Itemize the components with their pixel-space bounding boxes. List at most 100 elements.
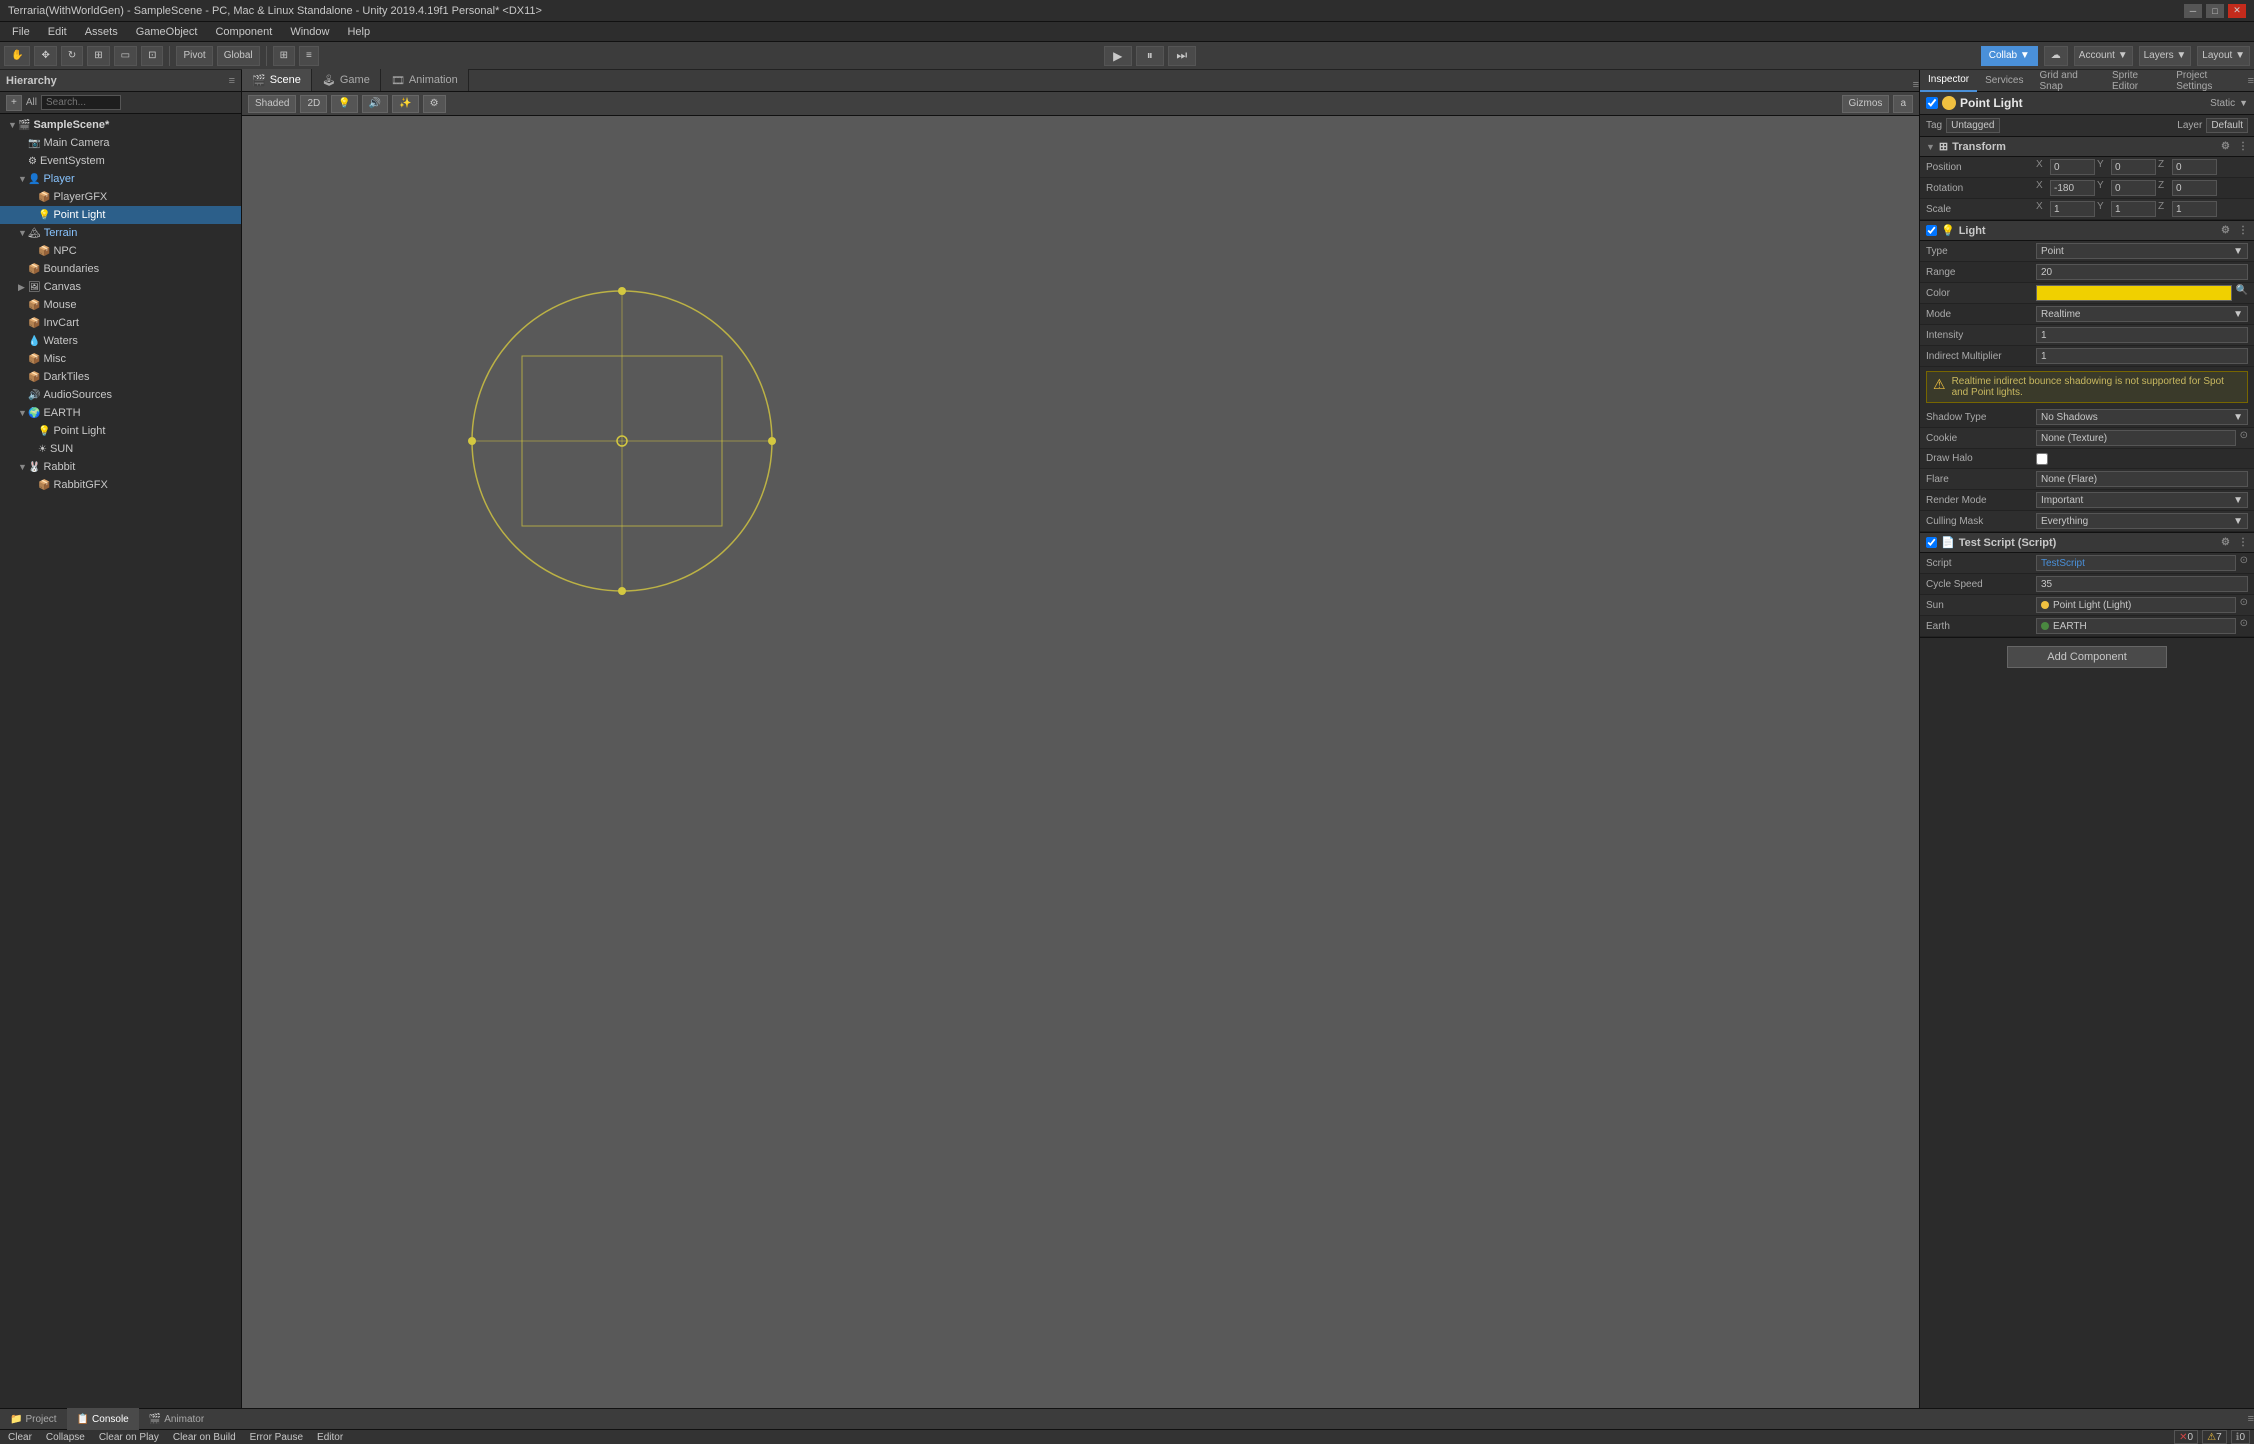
window-controls[interactable]: ─ □ ✕ [2184, 4, 2246, 18]
hierarchy-item-misc[interactable]: 📦 Misc [0, 350, 241, 368]
shadow-type-dropdown[interactable]: No Shadows ▼ [2036, 409, 2248, 425]
hierarchy-item-main-camera[interactable]: 📷 Main Camera [0, 134, 241, 152]
transform-more[interactable]: ⋮ [2238, 141, 2248, 152]
hierarchy-item-rabbit-gfx[interactable]: 📦 RabbitGFX [0, 476, 241, 494]
toggle-sample-scene[interactable]: ▼ [8, 120, 18, 130]
a-button[interactable]: a [1893, 95, 1913, 113]
2d-button[interactable]: 2D [300, 95, 327, 113]
tab-project[interactable]: 📁 Project [0, 1408, 67, 1430]
cycle-speed-input[interactable] [2036, 576, 2248, 592]
scale-x[interactable] [2050, 201, 2095, 217]
collapse-button[interactable]: Collapse [42, 1431, 89, 1444]
sun-ref[interactable]: Point Light (Light) [2036, 597, 2236, 613]
hierarchy-item-rabbit[interactable]: ▼ 🐰 Rabbit [0, 458, 241, 476]
flare-ref[interactable]: None (Flare) [2036, 471, 2248, 487]
menu-gameobject[interactable]: GameObject [128, 25, 206, 39]
tab-grid-snap[interactable]: Grid and Snap [2032, 70, 2105, 92]
pause-button[interactable]: ⏸ [1136, 46, 1164, 66]
hierarchy-item-audio-sources[interactable]: 🔊 AudioSources [0, 386, 241, 404]
info-badge[interactable]: ℹ 0 [2231, 1430, 2250, 1444]
warning-badge[interactable]: ⚠ 7 [2202, 1430, 2227, 1444]
scale-z[interactable] [2172, 201, 2217, 217]
cookie-pick[interactable]: ⊙ [2240, 430, 2248, 446]
earth-ref[interactable]: EARTH [2036, 618, 2236, 634]
position-y[interactable] [2111, 159, 2156, 175]
range-input[interactable] [2036, 264, 2248, 280]
bottom-panel-menu[interactable]: ≡ [2248, 1413, 2254, 1425]
hierarchy-item-point-light-player[interactable]: 💡 Point Light [0, 206, 241, 224]
menu-component[interactable]: Component [207, 25, 280, 39]
tab-console[interactable]: 📋 Console [67, 1408, 139, 1430]
rotation-z[interactable] [2172, 180, 2217, 196]
culling-mask-dropdown[interactable]: Everything ▼ [2036, 513, 2248, 529]
tab-scene[interactable]: 🎬 Scene [242, 69, 312, 91]
color-swatch[interactable] [2036, 285, 2232, 301]
layer-dropdown[interactable]: Default [2206, 118, 2248, 133]
transform-toggle[interactable]: ▼ [1926, 142, 1935, 152]
hierarchy-item-earth[interactable]: ▼ 🌍 EARTH [0, 404, 241, 422]
tab-inspector[interactable]: Inspector [1920, 70, 1977, 92]
menu-file[interactable]: File [4, 25, 38, 39]
light-more[interactable]: ⋮ [2238, 225, 2248, 236]
rect-tool[interactable]: ▭ [114, 46, 137, 66]
scale-tool[interactable]: ⊞ [87, 46, 109, 66]
transform-header[interactable]: ▼ ⊞ Transform ⚙ ⋮ [1920, 137, 2254, 157]
test-script-header[interactable]: 📄 Test Script (Script) ⚙ ⋮ [1920, 533, 2254, 553]
hierarchy-item-boundaries[interactable]: 📦 Boundaries [0, 260, 241, 278]
hierarchy-item-point-light-earth[interactable]: 💡 Point Light [0, 422, 241, 440]
tab-sprite-editor[interactable]: Sprite Editor [2104, 70, 2168, 92]
menu-help[interactable]: Help [339, 25, 378, 39]
scale-y[interactable] [2111, 201, 2156, 217]
audio-button[interactable]: 🔊 [362, 95, 388, 113]
toggle-canvas[interactable]: ▶ [18, 282, 28, 293]
account-dropdown[interactable]: Account ▼ [2074, 46, 2133, 66]
tab-game[interactable]: 🕹 Game [312, 69, 381, 91]
earth-pick[interactable]: ⊙ [2240, 618, 2248, 634]
hierarchy-item-waters[interactable]: 💧 Waters [0, 332, 241, 350]
hierarchy-item-invcart[interactable]: 📦 InvCart [0, 314, 241, 332]
object-enabled-checkbox[interactable] [1926, 97, 1938, 109]
add-object-button[interactable]: + [6, 95, 22, 111]
move-tool[interactable]: ✥ [34, 46, 56, 66]
tab-project-settings[interactable]: Project Settings [2168, 70, 2245, 92]
cloud-button[interactable]: ☁ [2044, 46, 2068, 66]
layers-icon-btn[interactable]: ≡ [299, 46, 319, 66]
script-ref[interactable]: TestScript [2036, 555, 2236, 571]
color-eyedropper[interactable]: 🔍 [2236, 285, 2248, 301]
tab-services[interactable]: Services [1977, 70, 2031, 92]
draw-halo-checkbox[interactable] [2036, 453, 2048, 465]
type-dropdown[interactable]: Point ▼ [2036, 243, 2248, 259]
tab-animation[interactable]: 🎞 Animation [381, 69, 469, 91]
cookie-ref[interactable]: None (Texture) [2036, 430, 2236, 446]
rotation-y[interactable] [2111, 180, 2156, 196]
play-button[interactable]: ▶ [1104, 46, 1132, 66]
hierarchy-item-npc[interactable]: 📦 NPC [0, 242, 241, 260]
menu-window[interactable]: Window [282, 25, 337, 39]
lighting-button[interactable]: 💡 [331, 95, 357, 113]
static-dropdown[interactable]: ▼ [2239, 98, 2248, 108]
minimize-button[interactable]: ─ [2184, 4, 2202, 18]
light-header[interactable]: 💡 Light ⚙ ⋮ [1920, 221, 2254, 241]
hand-tool[interactable]: ✋ [4, 46, 30, 66]
object-name-input[interactable] [1960, 96, 2206, 110]
error-badge[interactable]: ✕ 0 [2174, 1430, 2198, 1444]
hierarchy-item-player-gfx[interactable]: 📦 PlayerGFX [0, 188, 241, 206]
menu-edit[interactable]: Edit [40, 25, 75, 39]
tag-dropdown[interactable]: Untagged [1946, 118, 1999, 133]
gizmos-button[interactable]: Gizmos [1842, 95, 1890, 113]
toggle-player[interactable]: ▼ [18, 174, 28, 184]
hierarchy-item-event-system[interactable]: ⚙ EventSystem [0, 152, 241, 170]
layers-dropdown[interactable]: Layers ▼ [2139, 46, 2192, 66]
clear-on-play-button[interactable]: Clear on Play [95, 1431, 163, 1444]
position-z[interactable] [2172, 159, 2217, 175]
menu-assets[interactable]: Assets [77, 25, 126, 39]
collab-button[interactable]: Collab ▼ [1981, 46, 2038, 66]
scene-viewport[interactable] [242, 116, 1919, 1408]
snap-button[interactable]: ⊞ [273, 46, 295, 66]
rotation-x[interactable] [2050, 180, 2095, 196]
fx-button[interactable]: ✨ [392, 95, 418, 113]
editor-dropdown[interactable]: Editor [313, 1431, 347, 1444]
light-settings[interactable]: ⚙ [2221, 225, 2230, 236]
layout-dropdown[interactable]: Layout ▼ [2197, 46, 2250, 66]
inspector-menu[interactable]: ≡ [2248, 75, 2254, 87]
